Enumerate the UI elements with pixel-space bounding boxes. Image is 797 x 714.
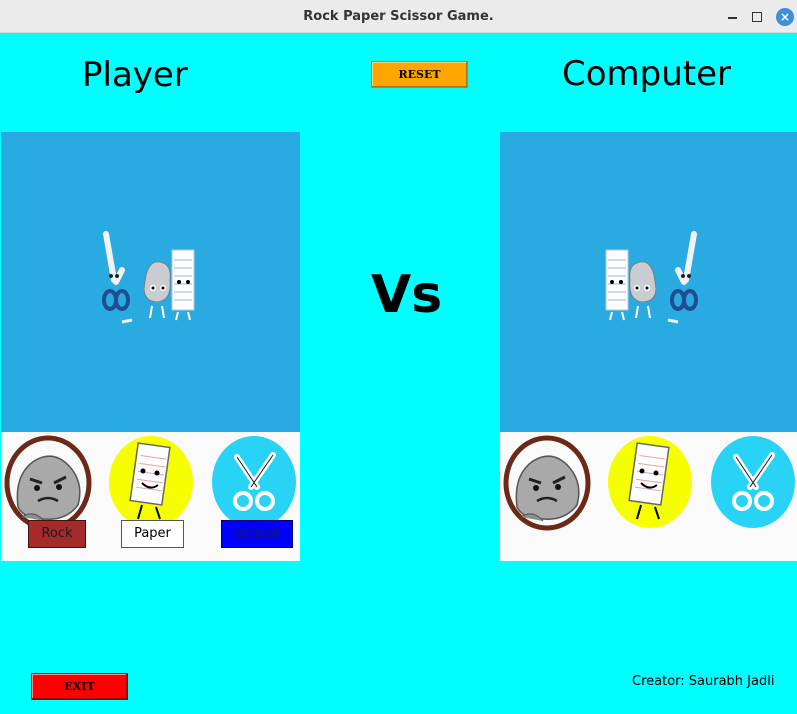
- minimize-icon[interactable]: [724, 8, 742, 26]
- scissors-character-icon[interactable]: [211, 435, 297, 530]
- rock-paper-scissors-characters-icon: [102, 231, 195, 324]
- paper-button[interactable]: Paper: [121, 520, 184, 548]
- reset-button[interactable]: RESET: [371, 61, 468, 88]
- computer-choice-tray: [500, 432, 797, 561]
- close-icon[interactable]: ×: [776, 8, 794, 26]
- computer-heading: Computer: [562, 54, 732, 94]
- window-title: Rock Paper Scissor Game.: [303, 9, 494, 24]
- rock-button[interactable]: Rock: [28, 520, 86, 548]
- versus-label: Vs: [371, 265, 443, 325]
- rock-paper-scissors-characters-icon: [605, 231, 698, 324]
- creator-credit: Creator: Saurabh Jadli: [632, 674, 775, 689]
- exit-button[interactable]: EXIT: [31, 673, 128, 700]
- scissors-character-icon: [711, 436, 795, 528]
- paper-character-icon[interactable]: [108, 435, 194, 530]
- computer-choice-display: [500, 132, 797, 432]
- rock-character-icon: [503, 435, 591, 531]
- player-choice-display: [1, 132, 300, 432]
- paper-character-icon: [608, 436, 692, 528]
- rock-character-icon[interactable]: [4, 435, 92, 531]
- title-bar: Rock Paper Scissor Game. ×: [0, 0, 797, 33]
- scissor-button[interactable]: Scissor: [221, 520, 293, 548]
- player-heading: Player: [82, 55, 188, 95]
- game-window: Rock Paper Scissor Game. × Player Comput…: [0, 0, 797, 714]
- maximize-icon[interactable]: [748, 8, 766, 26]
